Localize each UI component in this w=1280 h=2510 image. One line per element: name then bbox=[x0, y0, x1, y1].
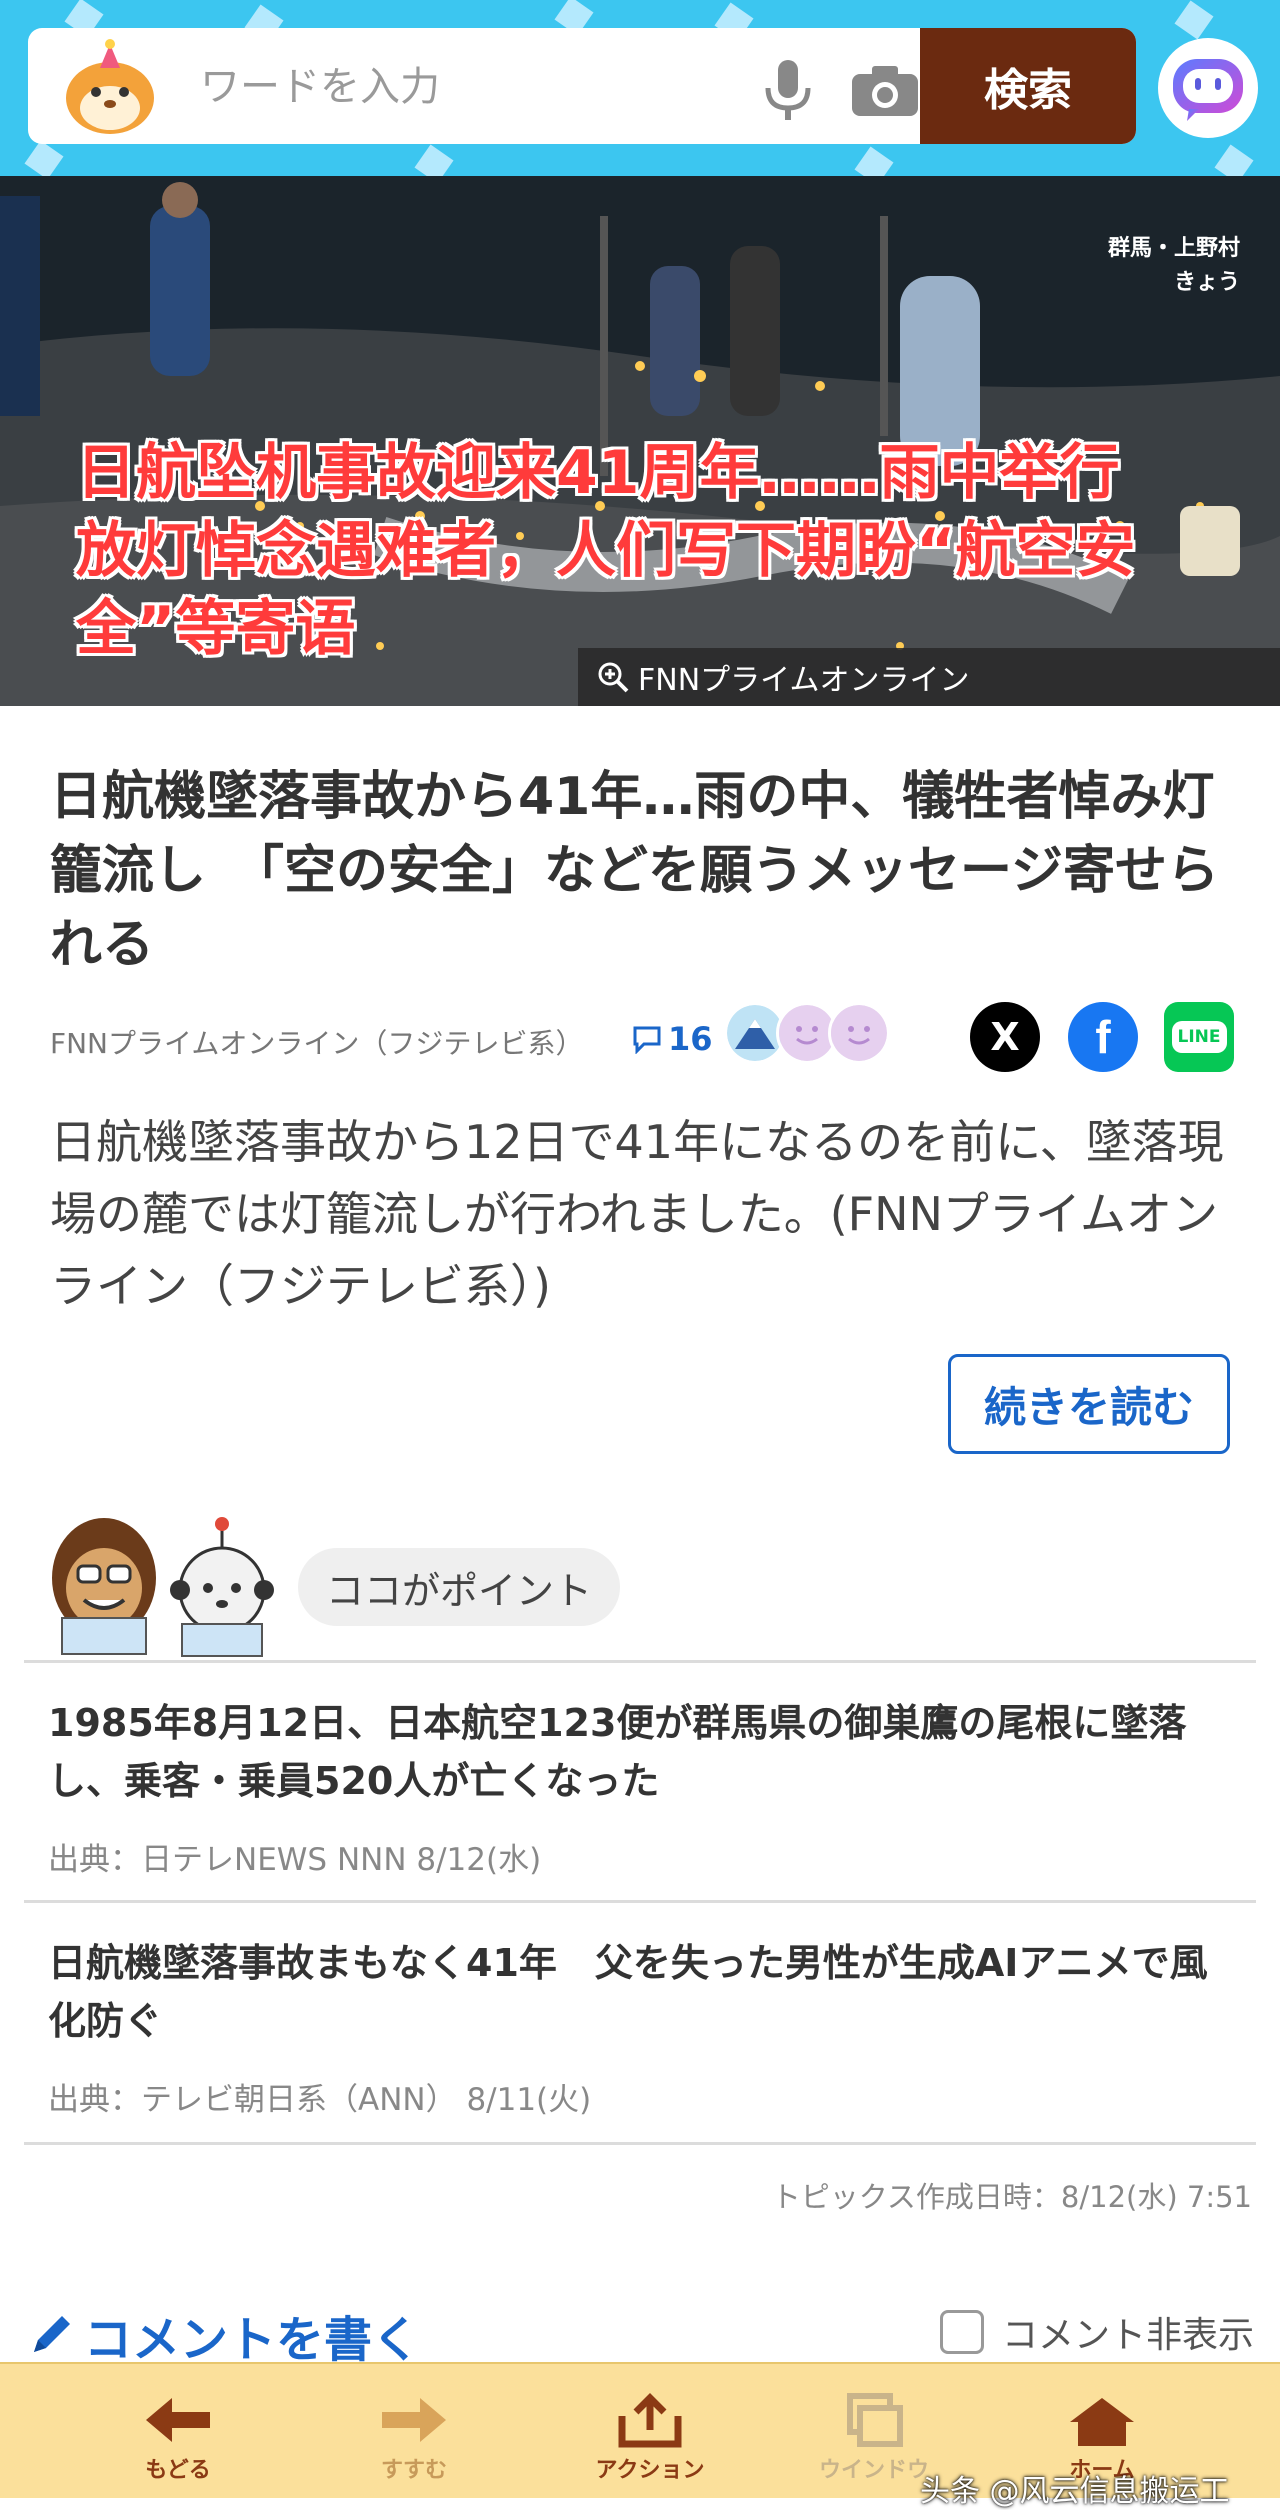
topic-created-time: トピックス作成日時：8/12(水) 7:51 bbox=[771, 2180, 1252, 2214]
decor-confetti bbox=[1174, 0, 1214, 40]
point-headline: 1985年8月12日、日本航空123便が群馬県の御巣鷹の尾根に墜落し、乗客・乗員… bbox=[48, 1701, 1187, 1803]
nav-action-button[interactable]: アクション bbox=[550, 2392, 750, 2484]
arrow-left-icon bbox=[146, 2398, 210, 2442]
decor-confetti bbox=[24, 140, 64, 176]
commenter-avatars[interactable] bbox=[724, 1002, 890, 1064]
read-more-button[interactable]: 続きを読む bbox=[948, 1354, 1230, 1454]
write-comment-link[interactable]: コメントを書く bbox=[26, 2300, 420, 2370]
facebook-logo-icon: f bbox=[1095, 1011, 1111, 1063]
article-title[interactable]: 日航機墜落事故から41年…雨の中、犠牲者悼み灯籠流し 「空の安全」などを願うメッ… bbox=[50, 760, 1240, 982]
search-bar: 検索 bbox=[28, 28, 1136, 144]
point-characters-icon bbox=[52, 1517, 274, 1657]
divider bbox=[24, 1900, 1256, 1903]
decor-confetti bbox=[854, 146, 894, 176]
arrow-right-icon bbox=[382, 2398, 446, 2442]
divider bbox=[24, 2142, 1256, 2145]
hero-date-line: きょう bbox=[1173, 270, 1240, 295]
comment-bubble-icon bbox=[633, 1026, 661, 1054]
hero-news-image[interactable]: 群馬・上野村 きょう 日航坠机事故迎来41周年……雨中举行放灯悼念遇难者，人们写… bbox=[0, 176, 1280, 706]
avatar bbox=[828, 1002, 890, 1064]
hero-credit-text: FNNプライムオンライン bbox=[638, 663, 970, 698]
hide-comments-label: コメント非表示 bbox=[1002, 2315, 1255, 2356]
comment-count: 16 bbox=[668, 1020, 713, 1058]
comment-count-link[interactable]: 16 bbox=[632, 1020, 713, 1058]
decor-confetti bbox=[414, 144, 454, 176]
article-summary[interactable]: 日航機墜落事故から12日で41年になるのを前に、墜落現場の麓では灯籠流しが行われ… bbox=[50, 1106, 1230, 1322]
hide-comments-checkbox[interactable] bbox=[940, 2310, 984, 2354]
share-line-button[interactable]: LINE bbox=[1164, 1002, 1234, 1072]
point-headline: 日航機墜落事故まもなく41年 父を失った男性が生成AIアニメで風化防ぐ bbox=[48, 1941, 1208, 2043]
nav-back-button[interactable]: もどる bbox=[78, 2392, 278, 2484]
window-icon bbox=[847, 2393, 903, 2447]
search-button[interactable]: 検索 bbox=[920, 28, 1136, 144]
hero-credit[interactable]: FNNプライムオンライン bbox=[578, 648, 1280, 706]
pencil-icon bbox=[34, 2316, 70, 2352]
point-source: 出典：日テレNEWS NNN 8/12(水) bbox=[48, 1842, 542, 1878]
point-badge: ココがポイント bbox=[298, 1548, 620, 1626]
share-icon bbox=[618, 2393, 682, 2448]
ai-assistant-icon bbox=[1173, 59, 1243, 121]
line-logo-icon: LINE bbox=[1171, 1021, 1227, 1053]
app-header: 検索 bbox=[0, 0, 1280, 176]
nav-forward-button[interactable]: すすむ bbox=[314, 2392, 514, 2484]
point-item[interactable]: 日航機墜落事故まもなく41年 父を失った男性が生成AIアニメで風化防ぐ 出典：テ… bbox=[48, 1934, 1238, 2119]
hide-comments-toggle[interactable]: コメント非表示 bbox=[940, 2306, 1254, 2358]
mascot-logo-icon bbox=[66, 39, 154, 134]
camera-icon[interactable] bbox=[850, 62, 920, 118]
write-comment-label: コメントを書く bbox=[84, 2312, 421, 2368]
nav-forward-label: すすむ bbox=[380, 2458, 447, 2483]
watermark-text: 头条 @风云信息搬运工 bbox=[920, 2474, 1230, 2509]
point-item[interactable]: 1985年8月12日、日本航空123便が群馬県の御巣鷹の尾根に墜落し、乗客・乗員… bbox=[48, 1694, 1238, 1879]
article-source[interactable]: FNNプライムオンライン（フジテレビ系） bbox=[50, 1022, 583, 1062]
divider bbox=[24, 1660, 1256, 1663]
hero-location-line: 群馬・上野村 bbox=[1107, 236, 1240, 261]
decor-confetti bbox=[1214, 144, 1254, 176]
hero-caption: 日航坠机事故迎来41周年……雨中举行放灯悼念遇难者，人们写下期盼“航空安全”等寄… bbox=[76, 438, 1136, 664]
x-logo-icon: X bbox=[990, 1015, 1020, 1059]
search-input[interactable] bbox=[198, 56, 742, 118]
nav-action-label: アクション bbox=[595, 2458, 705, 2483]
zoom-icon bbox=[598, 662, 629, 693]
hero-location-label: 群馬・上野村 きょう bbox=[1108, 232, 1240, 300]
share-facebook-button[interactable]: f bbox=[1068, 1002, 1138, 1072]
nav-back-label: もどる bbox=[145, 2458, 211, 2483]
share-x-button[interactable]: X bbox=[970, 1002, 1040, 1072]
home-icon bbox=[1070, 2398, 1134, 2446]
article-meta: FNNプライムオンライン（フジテレビ系） 16 X f LINE bbox=[50, 1002, 1250, 1072]
microphone-icon[interactable] bbox=[758, 58, 818, 124]
point-source: 出典：テレビ朝日系（ANN） 8/11(火) bbox=[48, 2082, 592, 2118]
ai-assistant-button[interactable] bbox=[1158, 38, 1258, 138]
